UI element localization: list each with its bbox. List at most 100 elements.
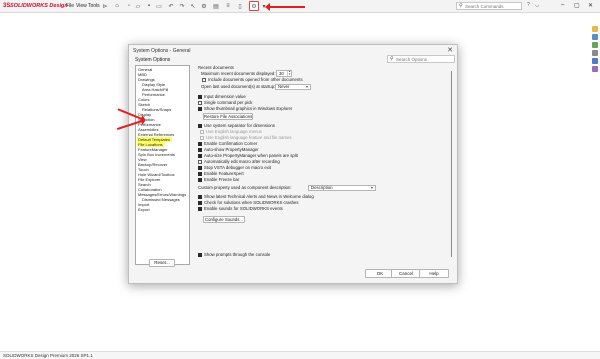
auto-edit-macro-checkbox[interactable]: [198, 160, 202, 164]
open-last-select[interactable]: Never ▾: [275, 84, 311, 90]
custom-property-value: Description: [311, 185, 333, 190]
open-icon[interactable]: ▱: [134, 2, 142, 10]
pin-icon[interactable]: ⊳: [101, 2, 109, 10]
brand-name: SOLIDWORKS Design: [10, 3, 68, 9]
auto-show-checkbox[interactable]: [198, 148, 202, 152]
input-dimension-checkbox[interactable]: [198, 95, 202, 99]
show-prompts-label: Show prompts through the console: [204, 252, 271, 257]
autosize-checkbox[interactable]: [198, 154, 202, 158]
english-menus-label: Use English language menus: [206, 129, 262, 134]
options-gear-icon[interactable]: ⚙: [249, 1, 259, 11]
show-thumbnail-label: Show thumbnail graphics in Windows Explo…: [204, 106, 293, 111]
featurexpert-label: Enable FeatureXpert: [204, 171, 244, 176]
task-pane-strip: [590, 26, 600, 72]
new-document-icon[interactable]: ▫: [125, 2, 133, 10]
status-text: SOLIDWORKS Design Premium 2026 SP1.1: [3, 353, 93, 358]
max-recent-value: 30: [279, 71, 284, 76]
configure-sounds-button[interactable]: Configure Sounds...: [203, 216, 245, 223]
custom-properties-icon[interactable]: [592, 66, 598, 72]
enable-sounds-label: Enable sounds for SOLIDWORKS events: [204, 206, 283, 211]
show-thumbnail-checkbox[interactable]: [198, 107, 202, 111]
help-button[interactable]: Help: [419, 269, 449, 278]
featurexpert-checkbox[interactable]: [198, 172, 202, 176]
menu-tools[interactable]: Tools: [88, 3, 100, 9]
max-recent-spinbox[interactable]: 30 ▲ ▼: [276, 70, 292, 77]
dialog-close-icon[interactable]: ✕: [447, 46, 453, 54]
show-prompts-checkbox[interactable]: [198, 253, 202, 257]
chevron-down-icon: ▾: [370, 185, 373, 190]
appearances-icon[interactable]: [592, 58, 598, 64]
open-last-label: Open last used document(s) at startup:: [201, 84, 276, 89]
search-commands-input[interactable]: [465, 3, 519, 9]
search-icon: ⚲: [459, 3, 463, 9]
english-menus-checkbox[interactable]: [200, 130, 204, 134]
freeze-bar-label: Enable Freeze bar: [204, 177, 240, 182]
print-icon[interactable]: ▭: [155, 2, 163, 10]
autosize-label: Auto-size PropertyManager when panels ar…: [204, 153, 298, 158]
redo-icon[interactable]: ↷: [178, 2, 186, 10]
auto-show-label: Auto-show PropertyManager: [204, 147, 259, 152]
english-feature-checkbox[interactable]: [200, 136, 204, 140]
confirm-corner-checkbox[interactable]: [198, 142, 202, 146]
resources-icon[interactable]: [592, 26, 598, 32]
check-solutions-label: Check for solutions when SOLIDWORKS cras…: [204, 200, 299, 205]
maximize-icon[interactable]: ▢: [574, 2, 580, 9]
system-options-tab[interactable]: System Options: [135, 57, 170, 63]
input-dimension-label: Input dimension value: [204, 94, 246, 99]
include-other-label: Include documents opened from other docu…: [208, 77, 303, 82]
home-icon[interactable]: ⌂: [113, 2, 121, 10]
freeze-bar-checkbox[interactable]: [198, 178, 202, 182]
show-latest-label: Show latest Technical Alerts and News in…: [204, 194, 314, 199]
auto-edit-macro-label: Automatically edit macro after recording: [204, 159, 280, 164]
undo-icon[interactable]: ↶: [167, 2, 175, 10]
solidworks-logo: 3S SOLIDWORKS Design: [3, 3, 68, 10]
recent-documents-heading: Recent documents: [198, 65, 234, 70]
options-tree: General MBD Drawings Display Style Area …: [135, 65, 190, 265]
custom-property-select[interactable]: Description ▾: [308, 185, 376, 191]
menu-view[interactable]: View: [76, 3, 87, 9]
file-explorer-icon[interactable]: [592, 42, 598, 48]
confirm-corner-label: Enable Confirmation Corner: [204, 141, 258, 146]
spin-arrows-icon[interactable]: ▲ ▼: [287, 70, 291, 76]
search-options-input[interactable]: [396, 56, 452, 62]
save-icon[interactable]: ▪: [145, 2, 153, 10]
stop-vsta-label: Stop VSTA debugger on macro exit: [204, 165, 272, 170]
stop-vsta-checkbox[interactable]: [198, 166, 202, 170]
general-options-pane: Recent documents Maximum recent document…: [195, 65, 453, 260]
search-icon: ⚲: [390, 56, 394, 62]
enable-sounds-checkbox[interactable]: [198, 207, 202, 211]
reset-button[interactable]: Reset...: [149, 259, 175, 267]
single-command-label: Single command per pick: [204, 100, 253, 105]
menu-file[interactable]: File: [66, 3, 74, 9]
close-icon[interactable]: ✕: [588, 2, 593, 9]
status-bar: SOLIDWORKS Design Premium 2026 SP1.1: [0, 351, 600, 359]
search-commands[interactable]: ⚲: [456, 2, 522, 10]
use-separator-label: Use system separator for dimensions: [204, 123, 275, 128]
select-arrow-icon[interactable]: ↖: [189, 2, 197, 10]
single-command-checkbox[interactable]: [198, 101, 202, 105]
list-icon[interactable]: ≡: [224, 2, 232, 10]
chevron-down-icon: ▾: [305, 84, 308, 89]
include-other-checkbox[interactable]: [202, 78, 206, 82]
search-options[interactable]: ⚲: [387, 55, 455, 63]
options-scrollbar[interactable]: [451, 71, 452, 257]
view-palette-icon[interactable]: [592, 50, 598, 56]
custom-property-label: Custom property used as component descri…: [198, 185, 292, 190]
user-icon[interactable]: ◡: [535, 2, 539, 8]
check-solutions-checkbox[interactable]: [198, 201, 202, 205]
restore-associations-button[interactable]: Restore File Associations: [203, 113, 253, 120]
minimize-icon[interactable]: –: [561, 2, 564, 8]
app-toolbar: 3S SOLIDWORKS Design File View Tools ⊳ ⌂…: [0, 0, 600, 13]
file-icon[interactable]: ▯: [236, 2, 244, 10]
cancel-button[interactable]: Cancel: [391, 269, 421, 278]
file-properties-icon[interactable]: ▤: [212, 2, 220, 10]
help-icon[interactable]: ?: [527, 2, 530, 8]
max-recent-label: Maximum recent documents displayed:: [201, 71, 276, 76]
design-library-icon[interactable]: [592, 34, 598, 40]
show-latest-checkbox[interactable]: [198, 195, 202, 199]
rebuild-icon[interactable]: ⚙: [200, 2, 208, 10]
dialog-title: System Options - General: [133, 48, 191, 54]
tree-item-export[interactable]: Export: [137, 207, 152, 212]
system-options-dialog: System Options - General ✕ ⚲ System Opti…: [128, 44, 458, 284]
use-separator-checkbox[interactable]: [198, 124, 202, 128]
